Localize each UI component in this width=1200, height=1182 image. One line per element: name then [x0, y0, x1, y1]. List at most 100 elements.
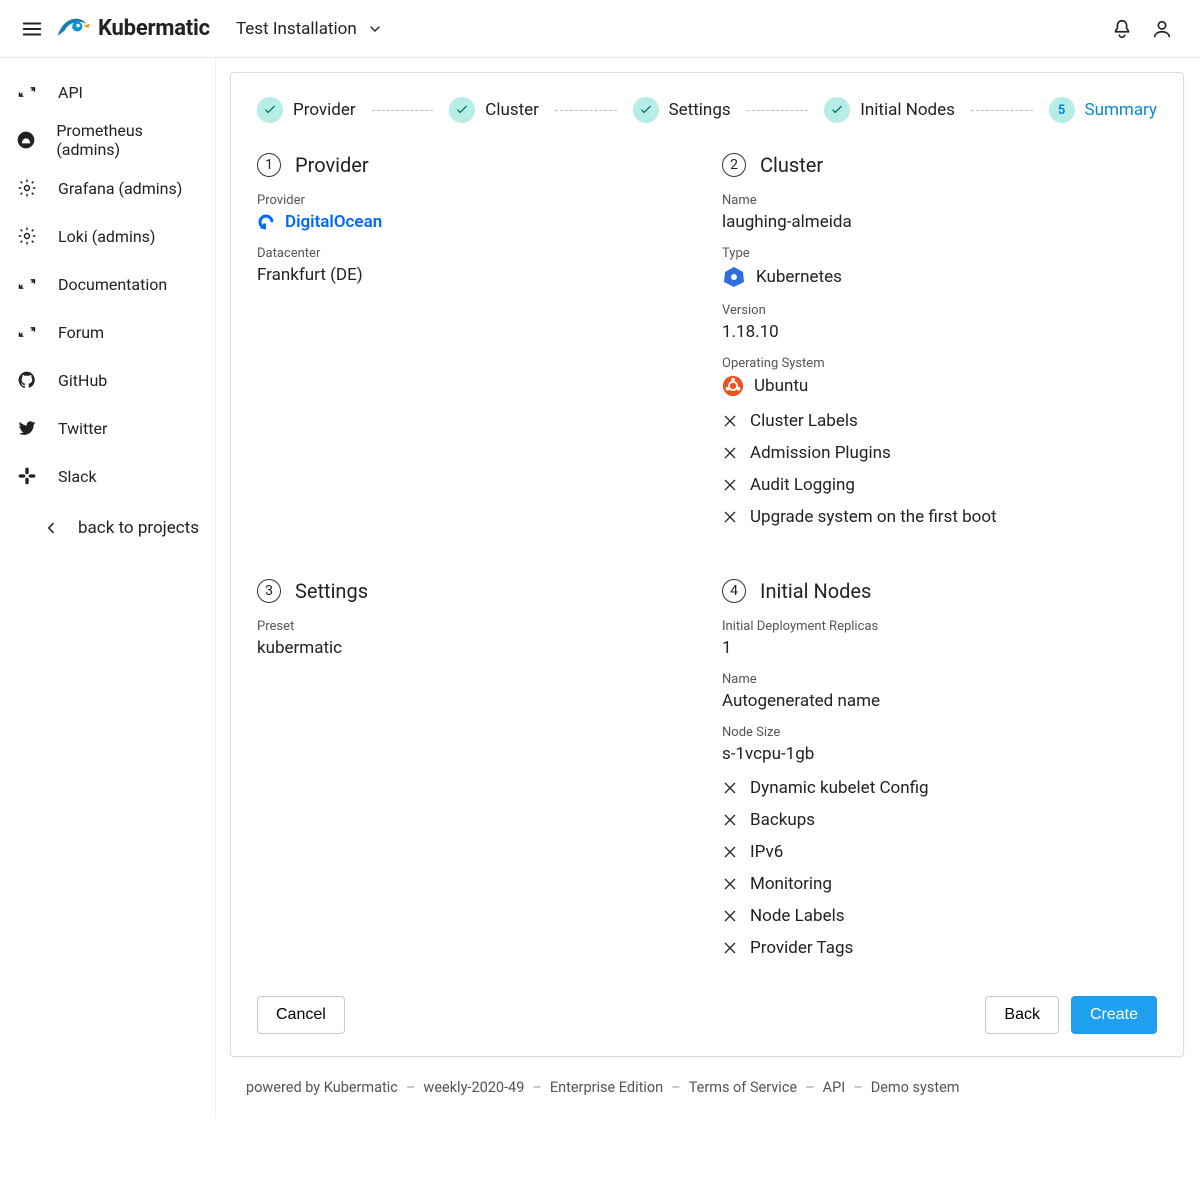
cluster-name: laughing-almeida — [722, 212, 852, 232]
provider-value: DigitalOcean — [285, 212, 382, 232]
sidebar-item-label: API — [58, 83, 83, 102]
step-check-icon — [257, 97, 283, 123]
feature-label: Backups — [750, 810, 815, 830]
feature-label: Audit Logging — [750, 475, 855, 495]
twitter-icon — [16, 417, 38, 439]
sidebar: API Prometheus (admins) Grafana (admins) Lo… — [0, 58, 216, 1118]
step[interactable]: Cluster — [449, 97, 539, 123]
preset-value: kubermatic — [257, 638, 342, 658]
x-icon — [722, 844, 738, 860]
feature-label: Monitoring — [750, 874, 832, 894]
x-icon — [722, 445, 738, 461]
account-button[interactable] — [1142, 9, 1182, 49]
step-check-icon — [449, 97, 475, 123]
sidebar-item[interactable]: Twitter — [0, 404, 215, 452]
kubernetes-icon — [722, 265, 746, 289]
step-label: Cluster — [485, 100, 539, 120]
step-connector — [747, 110, 809, 111]
section-title: Cluster — [760, 153, 823, 177]
step-label: Initial Nodes — [860, 100, 955, 120]
back-to-projects[interactable]: back to projects — [0, 504, 215, 552]
x-icon — [722, 509, 738, 525]
step[interactable]: 5 Summary — [1049, 97, 1157, 123]
main-content: Provider Cluster Settings Initial Nodes 5 Sum… — [216, 58, 1200, 1118]
disabled-feature-row: Node Labels — [722, 906, 1157, 926]
installation-selector[interactable]: Test Installation — [236, 19, 383, 39]
disabled-feature-row: Upgrade system on the first boot — [722, 507, 1157, 527]
expand-icon — [16, 273, 38, 295]
step[interactable]: Initial Nodes — [824, 97, 955, 123]
summary-settings: 3 Settings Preset kubermatic — [257, 579, 692, 970]
back-label: back to projects — [78, 518, 199, 538]
disabled-feature-row: IPv6 — [722, 842, 1157, 862]
disabled-feature-row: Admission Plugins — [722, 443, 1157, 463]
node-name: Autogenerated name — [722, 691, 880, 711]
prometheus-icon — [16, 129, 36, 151]
step[interactable]: Settings — [633, 97, 731, 123]
sidebar-item[interactable]: Documentation — [0, 260, 215, 308]
step-label: Summary — [1085, 100, 1157, 120]
footer: powered by Kubermatic– weekly-2020-49– E… — [246, 1079, 1176, 1096]
stepper: Provider Cluster Settings Initial Nodes 5 Sum… — [257, 97, 1157, 123]
cluster-version: 1.18.10 — [722, 322, 779, 342]
wizard-actions: Cancel Back Create — [257, 996, 1157, 1034]
summary-initial-nodes: 4 Initial Nodes Initial Deployment Repli… — [722, 579, 1157, 970]
sidebar-item[interactable]: Slack — [0, 452, 215, 500]
sidebar-item[interactable]: GitHub — [0, 356, 215, 404]
disabled-feature-row: Backups — [722, 810, 1157, 830]
step[interactable]: Provider — [257, 97, 356, 123]
sidebar-item-label: Loki (admins) — [58, 227, 156, 246]
feature-label: Node Labels — [750, 906, 845, 926]
field-label: Datacenter — [257, 246, 692, 261]
cancel-button[interactable]: Cancel — [257, 996, 345, 1034]
footer-edition[interactable]: Enterprise Edition — [550, 1079, 663, 1096]
footer-powered[interactable]: powered by Kubermatic — [246, 1079, 398, 1096]
footer-build[interactable]: weekly-2020-49 — [423, 1079, 524, 1096]
x-icon — [722, 908, 738, 924]
brand-logo[interactable]: Kubermatic — [56, 15, 210, 43]
disabled-feature-row: Audit Logging — [722, 475, 1157, 495]
footer-tos[interactable]: Terms of Service — [689, 1079, 797, 1096]
node-size: s-1vcpu-1gb — [722, 744, 814, 764]
create-button[interactable]: Create — [1071, 996, 1157, 1034]
sidebar-item-label: Twitter — [58, 419, 107, 438]
sidebar-item[interactable]: Prometheus (admins) — [0, 116, 215, 164]
notifications-button[interactable] — [1102, 9, 1142, 49]
sidebar-item[interactable]: Forum — [0, 308, 215, 356]
cluster-os: Ubuntu — [754, 376, 808, 396]
section-title: Settings — [295, 579, 368, 603]
sidebar-item[interactable]: API — [0, 68, 215, 116]
brand-name: Kubermatic — [98, 16, 210, 41]
sidebar-item[interactable]: Grafana (admins) — [0, 164, 215, 212]
x-icon — [722, 940, 738, 956]
sidebar-item-label: Forum — [58, 323, 104, 342]
sidebar-item[interactable]: Loki (admins) — [0, 212, 215, 260]
footer-api[interactable]: API — [823, 1079, 846, 1096]
x-icon — [722, 780, 738, 796]
expand-icon — [16, 321, 38, 343]
github-icon — [16, 369, 38, 391]
feature-label: Dynamic kubelet Config — [750, 778, 929, 798]
feature-label: IPv6 — [750, 842, 783, 862]
menu-button[interactable] — [12, 9, 52, 49]
back-button[interactable]: Back — [985, 996, 1059, 1034]
cluster-type: Kubernetes — [756, 267, 842, 287]
step-connector — [971, 110, 1033, 111]
user-icon — [1151, 18, 1173, 40]
bell-icon — [1111, 18, 1133, 40]
wizard-card: Provider Cluster Settings Initial Nodes 5 Sum… — [230, 72, 1184, 1057]
footer-demo[interactable]: Demo system — [871, 1079, 960, 1096]
x-icon — [722, 876, 738, 892]
sidebar-item-label: Prometheus (admins) — [56, 121, 199, 159]
step-label: Settings — [669, 100, 731, 120]
field-label: Name — [722, 672, 1157, 687]
field-label: Operating System — [722, 356, 1157, 371]
topbar: Kubermatic Test Installation — [0, 0, 1200, 58]
step-connector — [555, 110, 617, 111]
section-title: Initial Nodes — [760, 579, 871, 603]
step-number: 5 — [1049, 97, 1075, 123]
summary-cluster: 2 Cluster Name laughing-almeida Type Kub… — [722, 153, 1157, 539]
digitalocean-icon — [257, 213, 275, 231]
kubermatic-icon — [56, 15, 90, 43]
loki-icon — [16, 225, 38, 247]
